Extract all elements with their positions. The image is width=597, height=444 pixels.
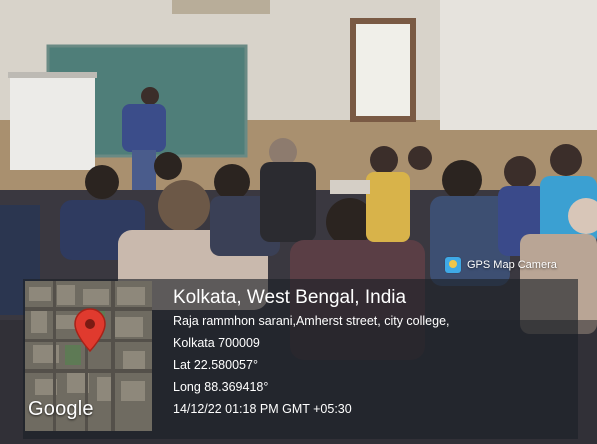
gps-map-camera-badge: GPS Map Camera xyxy=(445,255,557,275)
city-title: Kolkata, West Bengal, India xyxy=(173,287,407,308)
location-info: Kolkata, West Bengal, India Raja rammhon… xyxy=(173,286,573,420)
address-line-2: Kolkata 700009 xyxy=(173,336,260,350)
app-label: GPS Map Camera xyxy=(467,259,557,271)
latitude: Lat 22.580057° xyxy=(173,358,258,372)
address-line-1: Raja rammhon sarani,Amherst street, city… xyxy=(173,314,450,328)
longitude: Long 88.369418° xyxy=(173,380,269,394)
timestamp: 14/12/22 01:18 PM GMT +05:30 xyxy=(173,402,352,416)
photo-frame: GPS Map Camera Google Kolkata, West Beng… xyxy=(0,0,597,444)
google-logo: Google xyxy=(28,398,94,420)
map-thumbnail: Google xyxy=(25,281,152,431)
map-pin-icon xyxy=(74,308,106,353)
camera-icon xyxy=(445,257,461,273)
